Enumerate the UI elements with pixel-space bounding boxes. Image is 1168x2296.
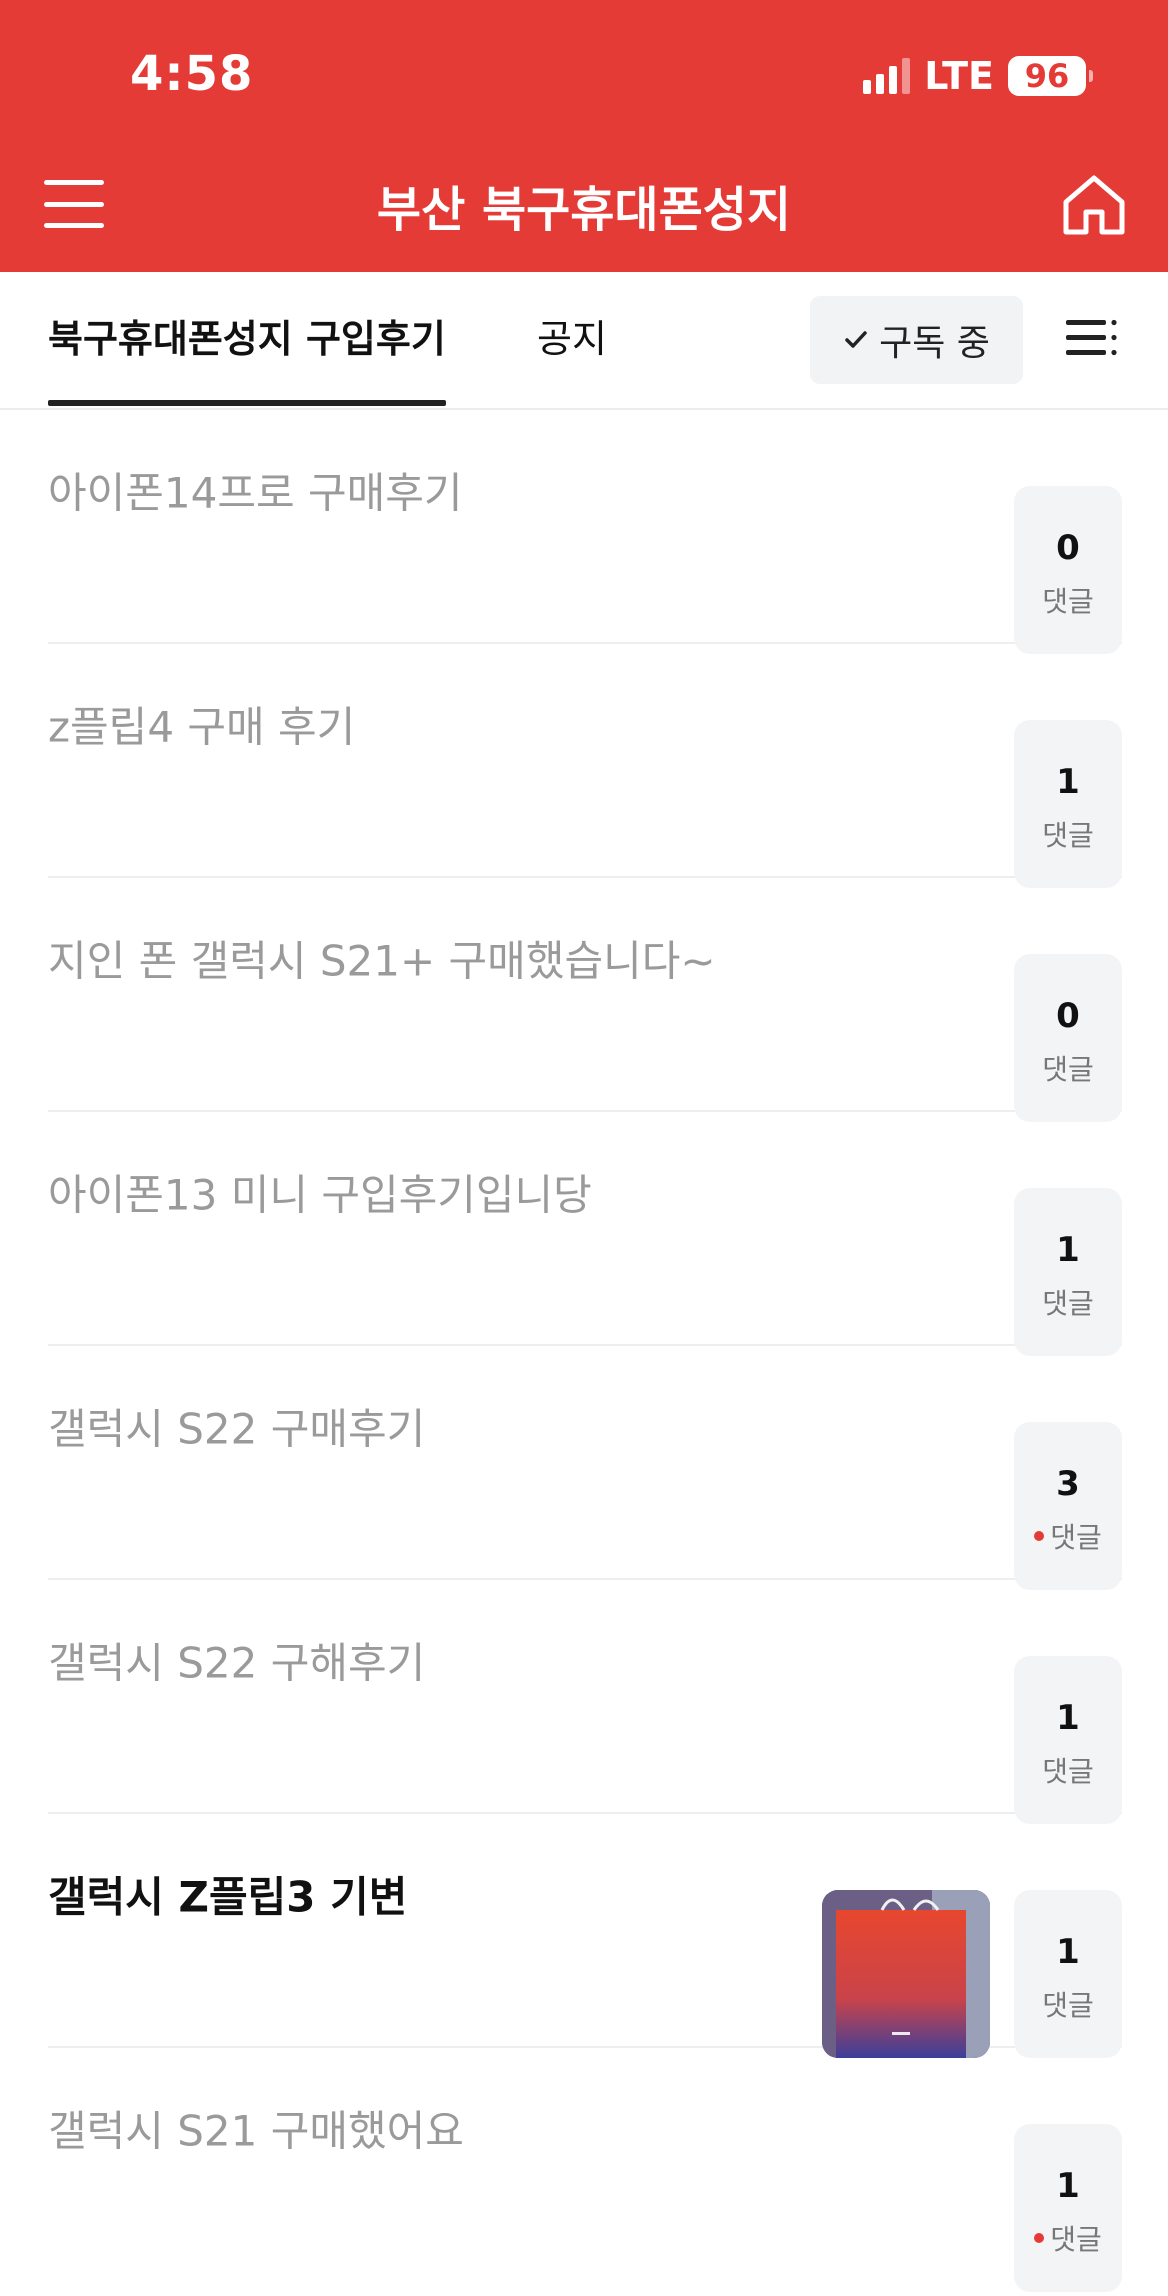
post-title: 갤럭시 Z플립3 기변 bbox=[48, 1872, 408, 1922]
tab-purchase-reviews[interactable]: 북구휴대폰성지 구입후기 bbox=[48, 308, 446, 406]
comment-label: 댓글 bbox=[1042, 1287, 1094, 1320]
comment-count: 3 bbox=[1056, 1464, 1080, 1504]
signal-icon bbox=[863, 58, 911, 94]
comment-count-box[interactable]: 1 댓글 bbox=[1014, 1656, 1122, 1824]
comment-count-box[interactable]: 0 댓글 bbox=[1014, 954, 1122, 1122]
subscribe-button[interactable]: 구독 중 bbox=[810, 296, 1023, 384]
comment-count-box[interactable]: 0 댓글 bbox=[1014, 486, 1122, 654]
status-time: 4:58 bbox=[130, 46, 254, 102]
comment-count-box[interactable]: 1 댓글 bbox=[1014, 1188, 1122, 1356]
comment-label: 댓글 bbox=[1042, 585, 1094, 618]
list-options-icon[interactable] bbox=[1064, 316, 1118, 360]
page-title: 부산 북구휴대폰성지 bbox=[376, 182, 792, 238]
list-item[interactable]: 아이폰13 미니 구입후기입니당 1 댓글 bbox=[48, 1112, 1122, 1356]
subscribe-label: 구독 중 bbox=[879, 323, 990, 364]
new-comment-dot bbox=[1034, 1531, 1045, 1541]
check-icon bbox=[845, 331, 867, 348]
comment-label: 댓글 bbox=[1050, 2223, 1102, 2256]
app-header: 4:58 LTE 96 부산 북구휴대폰성지 bbox=[0, 0, 1168, 272]
list-item[interactable]: 갤럭시 S21 구매했어요 1 댓글 bbox=[48, 2048, 1122, 2292]
comment-count-box[interactable]: 3 댓글 bbox=[1014, 1422, 1122, 1590]
comment-label: 댓글 bbox=[1042, 819, 1094, 852]
comment-label: 댓글 bbox=[1042, 1989, 1094, 2022]
comment-label: 댓글 bbox=[1050, 1521, 1102, 1554]
list-item[interactable]: z플립4 구매 후기 1 댓글 bbox=[48, 644, 1122, 888]
comment-count: 1 bbox=[1056, 1230, 1080, 1270]
comment-count: 0 bbox=[1056, 528, 1080, 568]
post-list: 아이폰14프로 구매후기 0 댓글 z플립4 구매 후기 1 댓글 지인 폰 갤… bbox=[48, 410, 1122, 2292]
list-item[interactable]: 지인 폰 갤럭시 S21+ 구매했습니다~ 0 댓글 bbox=[48, 878, 1122, 1122]
comment-count-box[interactable]: 1 댓글 bbox=[1014, 720, 1122, 888]
status-indicators: LTE 96 bbox=[863, 54, 1093, 98]
comment-count: 1 bbox=[1056, 1932, 1080, 1972]
comment-count-box[interactable]: 1 댓글 bbox=[1014, 1890, 1122, 2058]
comment-label: 댓글 bbox=[1042, 1053, 1094, 1086]
post-title: z플립4 구매 후기 bbox=[48, 702, 356, 752]
post-title: 갤럭시 S22 구해후기 bbox=[48, 1638, 426, 1688]
comment-label: 댓글 bbox=[1042, 1755, 1094, 1788]
post-title: 아이폰13 미니 구입후기입니당 bbox=[48, 1170, 592, 1220]
comment-count: 1 bbox=[1056, 2166, 1080, 2206]
comment-count: 0 bbox=[1056, 996, 1080, 1036]
list-item[interactable]: 갤럭시 S22 구해후기 1 댓글 bbox=[48, 1580, 1122, 1824]
new-comment-dot bbox=[1034, 2233, 1045, 2243]
post-title: 아이폰14프로 구매후기 bbox=[48, 468, 463, 518]
comment-count: 1 bbox=[1056, 1698, 1080, 1738]
home-icon[interactable] bbox=[1058, 170, 1130, 240]
comment-count-box[interactable]: 1 댓글 bbox=[1014, 2124, 1122, 2292]
post-title: 갤럭시 S22 구매후기 bbox=[48, 1404, 426, 1454]
list-item[interactable]: 갤럭시 S22 구매후기 3 댓글 bbox=[48, 1346, 1122, 1590]
comment-count: 1 bbox=[1056, 762, 1080, 802]
post-title: 지인 폰 갤럭시 S21+ 구매했습니다~ bbox=[48, 936, 716, 986]
list-item[interactable]: 아이폰14프로 구매후기 0 댓글 bbox=[48, 410, 1122, 654]
network-type: LTE bbox=[924, 54, 994, 98]
board-tabs: 북구휴대폰성지 구입후기 공지 구독 중 bbox=[0, 272, 1168, 410]
tab-notice[interactable]: 공지 bbox=[537, 308, 607, 363]
post-thumbnail[interactable] bbox=[822, 1890, 990, 2058]
battery-icon: 96 bbox=[1008, 56, 1093, 96]
list-item[interactable]: 갤럭시 Z플립3 기변 1 댓글 bbox=[48, 1814, 1122, 2058]
post-title: 갤럭시 S21 구매했어요 bbox=[48, 2106, 464, 2156]
